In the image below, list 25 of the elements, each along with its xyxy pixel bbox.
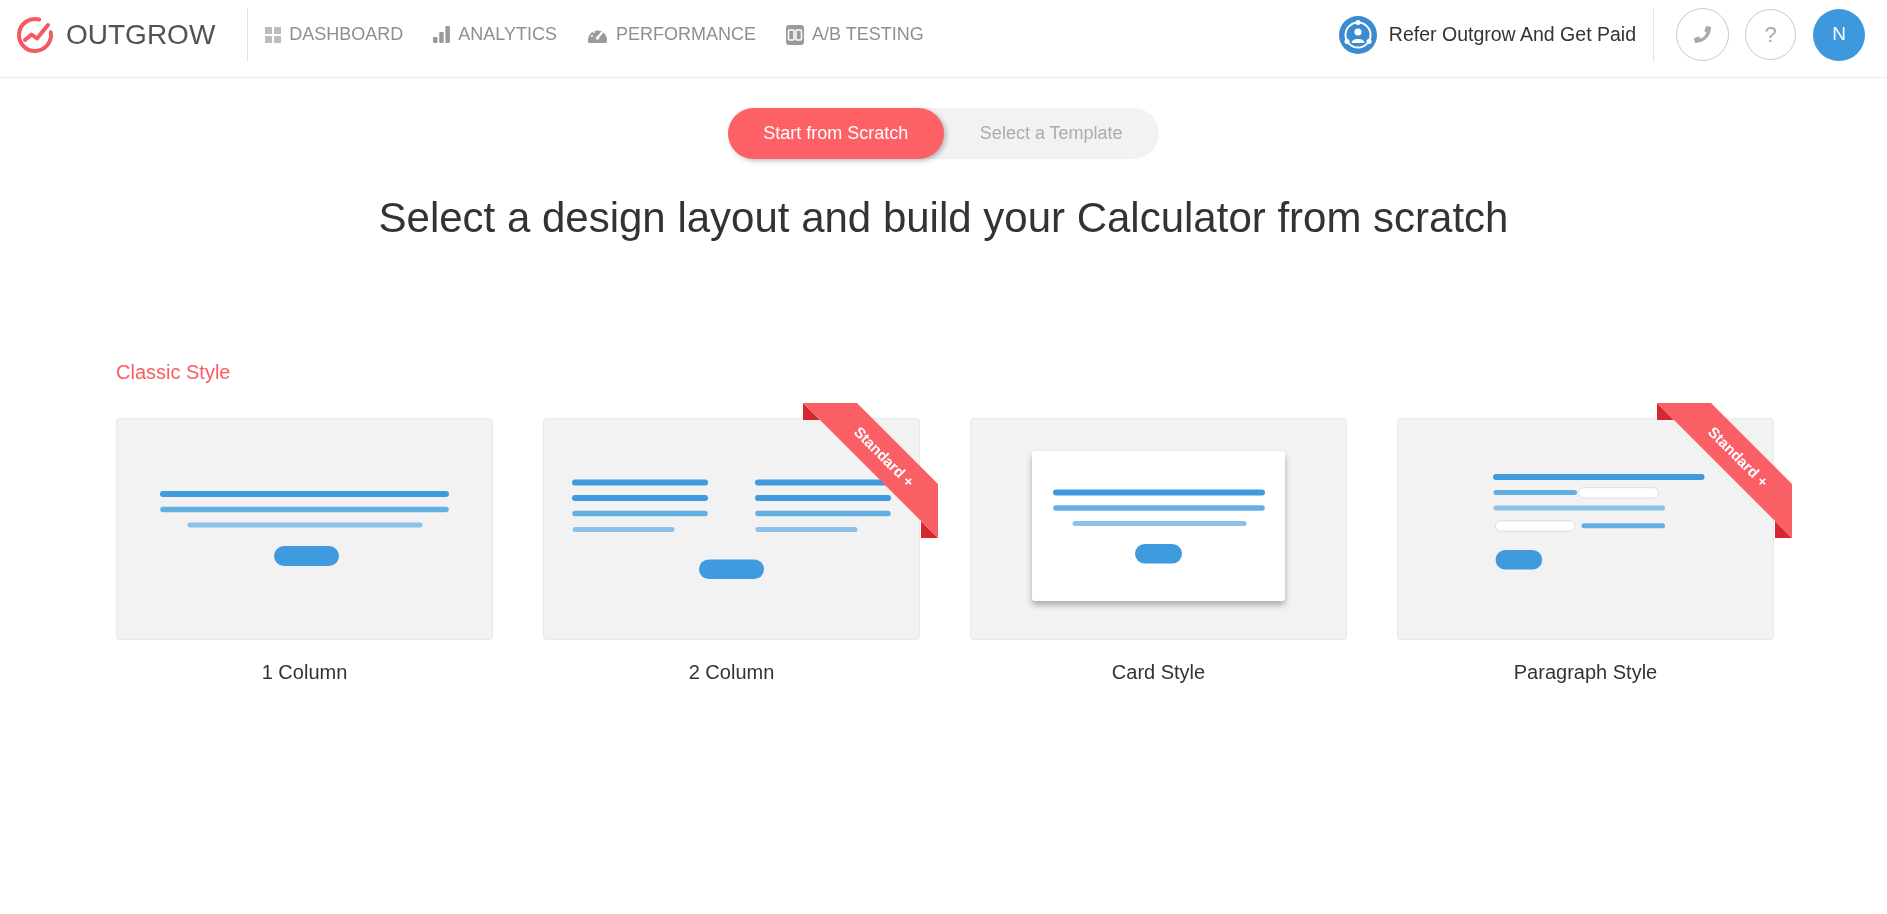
logo-icon — [15, 14, 55, 55]
layout-name: Card Style — [1111, 660, 1206, 684]
layout-option-card[interactable] — [543, 418, 920, 640]
split-box-icon — [786, 24, 805, 45]
page-heading: Select a design layout and build your Calculator from scratch — [378, 193, 1509, 243]
toggle-option[interactable]: Select a Template — [943, 108, 1159, 159]
bar-chart-icon — [433, 26, 451, 43]
layout-option-card[interactable] — [116, 418, 493, 640]
phone-icon — [1694, 26, 1711, 43]
grid-icon — [265, 26, 282, 43]
layout-name: Paragraph Style — [1513, 660, 1658, 684]
user-avatar[interactable]: N — [1813, 8, 1865, 61]
layout-option-card[interactable] — [1397, 418, 1774, 640]
layout-name: 1 Column — [261, 660, 348, 684]
section-heading: Classic Style — [116, 360, 231, 384]
nav-link[interactable]: PERFORMANCE — [587, 21, 757, 48]
toggle-option[interactable]: Start from Scratch — [728, 108, 944, 159]
referral-network-icon — [1338, 15, 1377, 54]
layout-option-card[interactable] — [970, 418, 1347, 640]
refer-link[interactable]: Refer Outgrow And Get Paid — [1338, 15, 1636, 54]
layout-name: 2 Column — [688, 660, 775, 684]
nav-link[interactable]: ANALYTICS — [433, 21, 558, 48]
logo-wordmark: OUTGROW — [66, 18, 216, 51]
nav-link[interactable]: A/B TESTING — [786, 21, 924, 48]
nav-link[interactable]: DASHBOARD — [265, 21, 404, 48]
